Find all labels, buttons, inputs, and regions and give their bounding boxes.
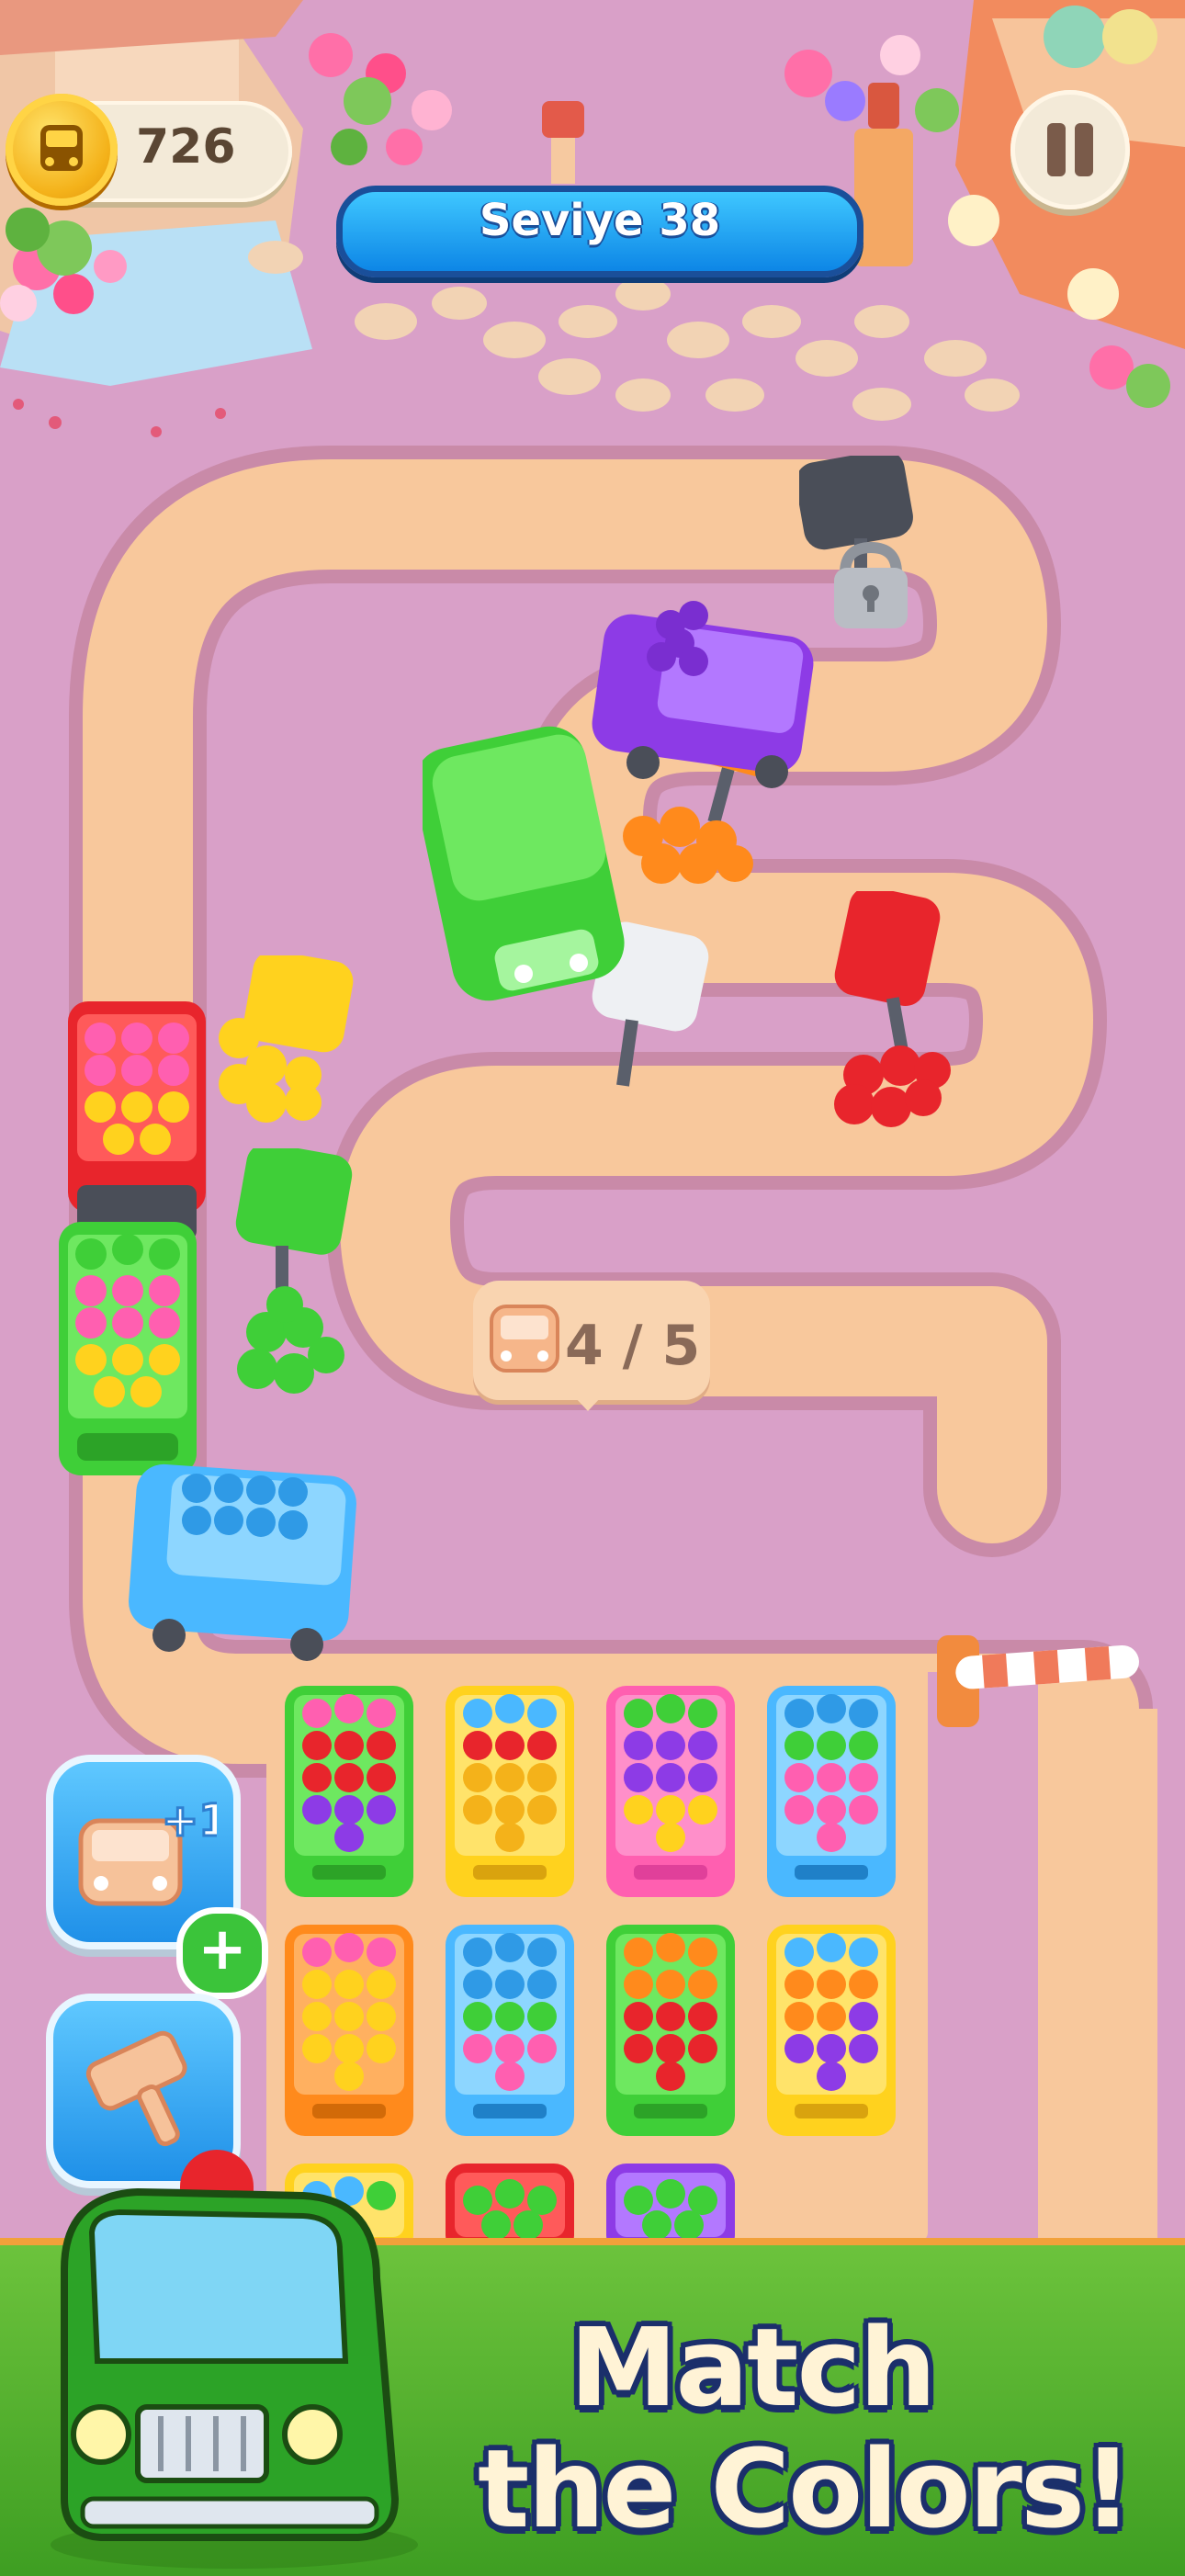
blue-truck-queue[interactable]	[123, 1452, 362, 1672]
banner-title-line2: the Colors!	[478, 2425, 1133, 2552]
grid-truck-8	[767, 1925, 896, 2136]
green-truck-queue[interactable]	[59, 1222, 197, 1475]
grid-vehicles[interactable]	[276, 1681, 919, 2255]
exit-barrier	[928, 1626, 1148, 1746]
grid-truck-4	[767, 1686, 896, 1897]
coin-count: 726	[136, 119, 236, 175]
stop-yellow[interactable]	[211, 950, 358, 1130]
grid-truck-6	[446, 1925, 574, 2136]
add-powerup-button[interactable]: +	[176, 1907, 268, 1999]
level-label: Seviye 38	[479, 195, 721, 246]
grid-truck-11	[606, 2164, 735, 2255]
banner-title-line1: Match	[570, 2304, 936, 2431]
bus-icon	[490, 1305, 559, 1373]
grid-truck-5	[285, 1925, 413, 2136]
stop-green[interactable]	[230, 1143, 367, 1433]
grid-truck-7	[606, 1925, 735, 2136]
bus-plus-one-icon: +1	[78, 1794, 217, 1906]
plus-one-badge: +1	[162, 1795, 217, 1847]
bus-coin-icon	[6, 94, 118, 206]
pause-button[interactable]	[1010, 90, 1130, 209]
purple-truck-on-road[interactable]	[588, 588, 818, 790]
grid-truck-2	[446, 1686, 574, 1897]
grid-truck-1	[285, 1686, 413, 1897]
hammer-icon	[85, 2030, 187, 2147]
red-truck-queue[interactable]	[68, 1001, 206, 1213]
lock-icon	[834, 541, 908, 628]
parking-grid	[276, 1681, 919, 2255]
grid-truck-3	[606, 1686, 735, 1897]
mascot-truck	[28, 2159, 441, 2569]
bus-queue-count: 4 / 5	[565, 1314, 701, 1378]
grid-truck-10	[446, 2164, 574, 2255]
stop-red[interactable]	[827, 887, 965, 1148]
plus-icon: +	[198, 1915, 247, 1983]
